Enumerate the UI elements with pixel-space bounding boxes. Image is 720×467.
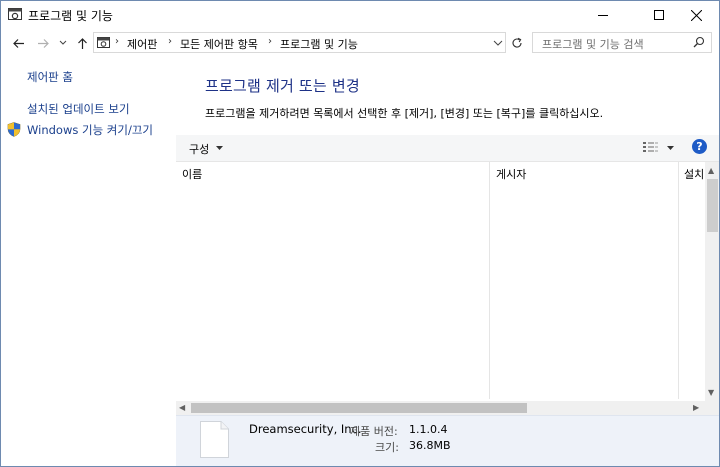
help-button[interactable]: ? [692,139,707,154]
address-bar[interactable]: › 제어판 › 모든 제어판 항목 › 프로그램 및 기능 [93,32,506,53]
recent-locations-button[interactable] [58,35,68,51]
breadcrumb-control-panel[interactable]: 제어판 [127,36,157,52]
breadcrumb-separator: › [268,36,272,47]
details-version-label: 제품 버전: [350,425,398,438]
scroll-left-arrow-icon[interactable]: ◀ [179,403,185,412]
search-placeholder: 프로그램 및 기능 검색 [542,38,644,51]
details-size-value: 36.8MB [409,439,451,452]
control-panel-location-icon [97,37,110,48]
breadcrumb-separator: › [115,36,119,47]
program-list[interactable] [176,162,705,402]
sidebar-item-view-installed-updates[interactable]: 설치된 업데이트 보기 [27,101,130,117]
minimize-icon [598,15,608,16]
close-icon [690,9,702,21]
window-title: 프로그램 및 기능 [28,9,113,23]
sidebar-item-windows-features[interactable]: Windows 기능 켜기/끄기 [27,122,153,138]
breadcrumb-all-items[interactable]: 모든 제어판 항목 [180,36,258,52]
chevron-down-icon [59,40,67,45]
horizontal-scroll-thumb[interactable] [191,403,527,413]
refresh-icon [512,37,522,48]
back-button[interactable] [10,35,26,51]
program-file-icon [200,421,229,458]
column-header-name[interactable]: 이름 [182,166,202,182]
forward-button[interactable] [35,35,51,51]
column-divider[interactable] [489,162,490,399]
column-header-publisher[interactable]: 게시자 [496,166,526,182]
shield-icon [7,122,21,137]
column-header-installed-on[interactable]: 설치 [684,166,704,182]
forward-arrow-icon [37,38,49,48]
organize-dropdown-icon[interactable] [216,146,223,151]
view-options-dropdown-icon[interactable] [667,146,674,151]
address-dropdown-icon[interactable] [492,37,504,49]
scroll-down-arrow-icon[interactable]: ▼ [708,388,714,397]
details-version-value: 1.1.0.4 [409,423,448,436]
sidebar-item-control-panel-home[interactable]: 제어판 홈 [27,69,73,85]
details-size-label: 크기: [375,441,399,454]
page-title: 프로그램 제거 또는 변경 [205,77,360,95]
title-bar: 프로그램 및 기능 [1,1,719,29]
breadcrumb-programs-and-features[interactable]: 프로그램 및 기능 [280,36,358,52]
minimize-button[interactable] [580,1,626,29]
breadcrumb-separator: › [168,36,172,47]
maximize-icon [654,10,664,20]
control-panel-app-icon [8,8,22,20]
details-publisher: Dreamsecurity, Inc. [249,422,362,436]
command-bar [176,135,719,162]
page-instructions: 프로그램을 제거하려면 목록에서 선택한 후 [제거], [변경] 또는 [복구… [205,107,604,120]
back-arrow-icon [12,38,24,48]
vertical-scroll-thumb[interactable] [707,179,718,232]
programs-and-features-window: 프로그램 및 기능 › 제어판 › 모든 제어판 항목 › 프로그램 및 기능 [0,0,720,467]
scroll-right-arrow-icon[interactable]: ▶ [693,403,699,412]
organize-button[interactable]: 구성 [189,141,209,157]
column-divider[interactable] [678,162,679,399]
scrollbar-corner [705,401,719,415]
scroll-up-arrow-icon[interactable]: ▲ [708,166,714,175]
up-arrow-icon [77,37,87,49]
refresh-button[interactable] [508,32,526,53]
close-button[interactable] [673,1,719,29]
up-button[interactable] [74,35,90,51]
search-box[interactable]: 프로그램 및 기능 검색 [532,32,712,53]
search-icon[interactable] [693,36,705,48]
view-details-icon[interactable] [643,141,659,153]
